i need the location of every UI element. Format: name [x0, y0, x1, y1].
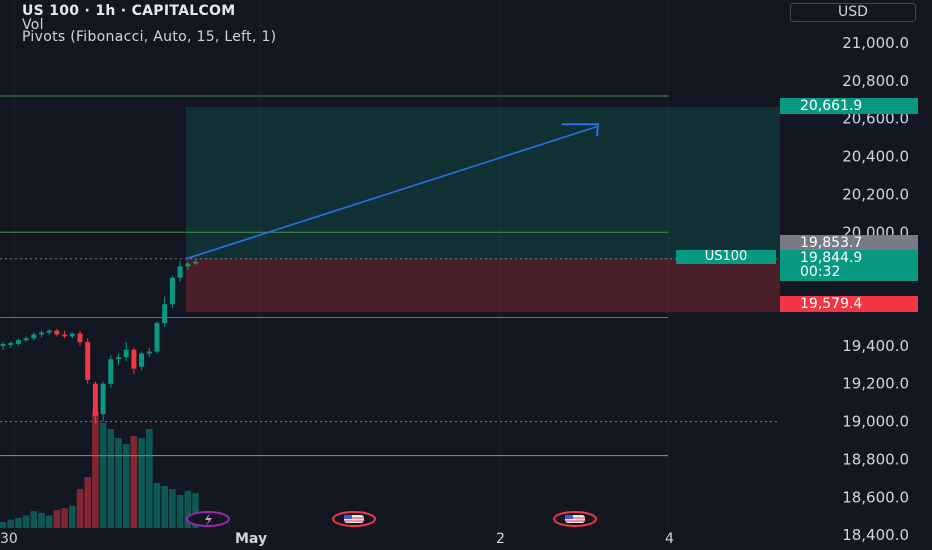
- high-price-tag: 19,853.7: [780, 235, 918, 251]
- symbol-price-label: US100: [676, 250, 776, 264]
- volume-bar: [22, 515, 30, 528]
- time-axis-label-4: 4: [665, 531, 674, 547]
- price-tick-label: 18,600.0: [842, 488, 909, 506]
- volume-bar: [176, 495, 184, 528]
- bar-countdown: 00:32: [800, 264, 841, 280]
- flag-canton: [565, 515, 573, 519]
- price-tick-label: 19,400.0: [842, 337, 909, 355]
- candle-body: [169, 277, 175, 305]
- candle-body: [146, 351, 152, 354]
- candle-body: [85, 342, 91, 380]
- volume-bar: [61, 508, 68, 528]
- us-flag-event-icon[interactable]: [553, 511, 597, 527]
- stop-price-tag: 19,579.4: [780, 296, 918, 312]
- volume-bar: [69, 505, 76, 528]
- price-tick-label: 19,200.0: [842, 375, 909, 393]
- candlesticks: [0, 259, 198, 424]
- volume-bar: [146, 429, 153, 528]
- volume-bar: [153, 483, 161, 528]
- last-price-tag: 19,844.9 00:32: [780, 250, 918, 281]
- time-axis-label-2: 2: [496, 531, 505, 547]
- volume-bar: [76, 489, 84, 528]
- volume-bar: [7, 519, 14, 528]
- flash-event-icon[interactable]: [186, 511, 230, 527]
- volume-bar: [107, 429, 115, 528]
- volume-bar: [30, 511, 38, 528]
- price-tick-label: 18,400.0: [842, 526, 909, 544]
- volume-bar: [99, 423, 107, 528]
- volume-bar: [169, 489, 176, 528]
- candle-body: [23, 338, 29, 341]
- price-tick-label: 18,800.0: [842, 450, 909, 468]
- volume-bar: [92, 411, 99, 528]
- volume-bar: [0, 522, 7, 528]
- candle-body: [31, 334, 37, 339]
- volume-bar: [161, 486, 168, 528]
- candle-body: [8, 343, 14, 345]
- volume-bar: [115, 438, 122, 528]
- target-price-tag: 20,661.9: [780, 98, 918, 114]
- volume-bar: [38, 513, 45, 528]
- volume-bar: [84, 477, 91, 528]
- volume-bars: [0, 411, 199, 528]
- volume-bar: [138, 438, 145, 528]
- candle-body: [69, 333, 75, 337]
- candle-body: [116, 357, 121, 360]
- time-axis-label-may: May: [235, 531, 268, 547]
- volume-bar: [130, 436, 138, 528]
- price-tick-label: 20,800.0: [842, 72, 909, 90]
- volume-bar: [122, 444, 130, 528]
- profit-zone[interactable]: [186, 107, 780, 259]
- us-flag-event-icon[interactable]: [332, 511, 376, 527]
- price-tick-label: 19,000.0: [842, 413, 909, 431]
- last-price-value: 19,844.9: [800, 250, 863, 266]
- candle-body: [92, 383, 98, 416]
- price-tick-label: 21,000.0: [842, 34, 909, 52]
- long-position-tool[interactable]: [186, 107, 780, 312]
- currency-button[interactable]: USD: [790, 3, 916, 22]
- candle-body: [39, 332, 44, 335]
- candle-body: [46, 330, 52, 333]
- loss-zone[interactable]: [186, 258, 780, 312]
- volume-bar: [53, 510, 61, 528]
- indicator-pivots-label[interactable]: Pivots (Fibonacci, Auto, 15, Left, 1): [22, 29, 276, 45]
- candle-body: [100, 383, 106, 415]
- candle-body: [0, 343, 6, 346]
- candle-body: [123, 349, 129, 358]
- symbol-title[interactable]: US 100 · 1h · CAPITALCOM: [22, 3, 236, 19]
- price-tick-label: 20,200.0: [842, 185, 909, 203]
- candle-body: [77, 333, 83, 343]
- candle-body: [177, 266, 183, 278]
- time-axis-label-30: 30: [0, 531, 18, 547]
- price-tick-label: 20,400.0: [842, 148, 909, 166]
- candle-body: [185, 263, 191, 267]
- candle-body: [162, 304, 168, 324]
- candle-body: [62, 334, 68, 337]
- candle-body: [54, 330, 60, 335]
- volume-bar: [45, 515, 53, 528]
- candle-body: [154, 323, 160, 352]
- candle-body: [15, 340, 21, 344]
- candle-body: [108, 359, 114, 384]
- flag-canton: [344, 515, 352, 519]
- volume-bar: [15, 517, 22, 528]
- candle-body: [193, 261, 198, 264]
- candle-body: [131, 349, 137, 369]
- candle-body: [139, 353, 145, 367]
- event-markers[interactable]: [186, 511, 597, 527]
